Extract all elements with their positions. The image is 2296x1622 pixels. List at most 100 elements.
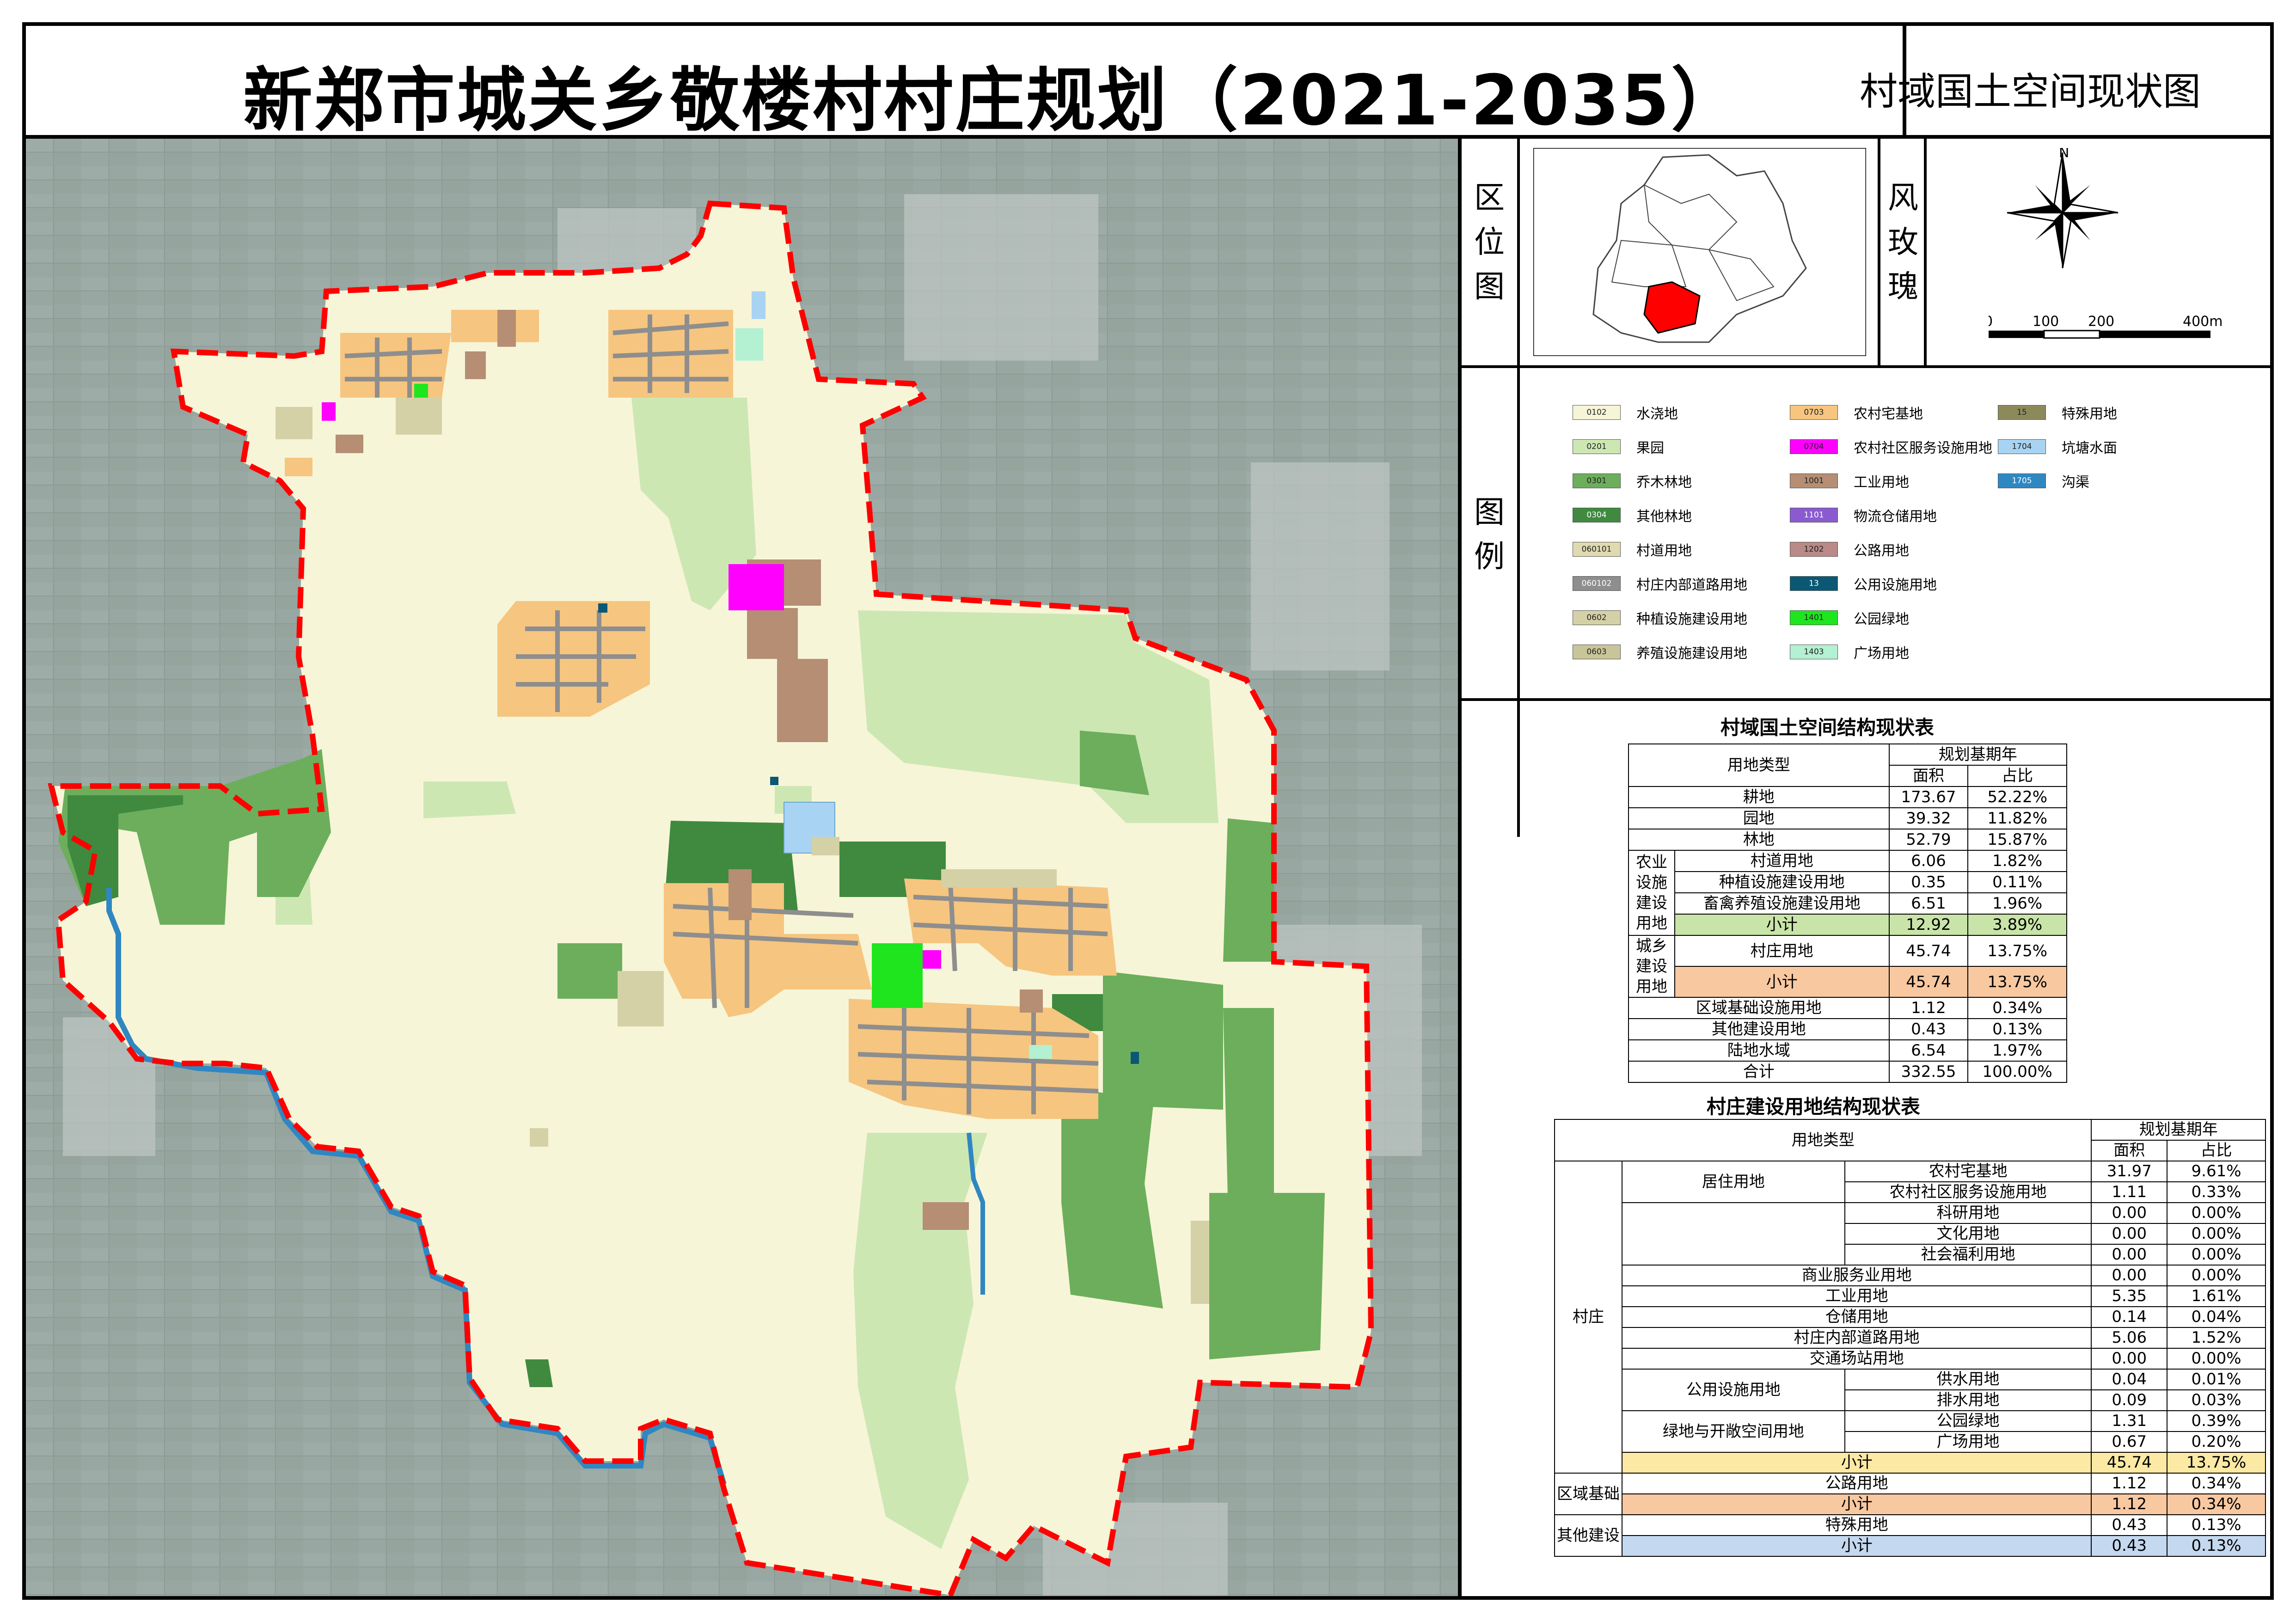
table2-header-type: 用地类型 bbox=[1554, 1119, 2092, 1161]
table-row: 绿地与开敞空间用地 公园绿地 1.31 0.39% bbox=[1555, 1410, 2266, 1453]
legend-swatch: 0703 bbox=[1790, 405, 1838, 420]
legend-swatch: 15 bbox=[1998, 405, 2046, 420]
legend-swatch: 0603 bbox=[1573, 645, 1621, 659]
legend-swatch: 060102 bbox=[1573, 576, 1621, 591]
svg-text:200: 200 bbox=[2088, 313, 2114, 330]
table2-header-area: 面积 bbox=[2091, 1140, 2168, 1161]
table-row: 小计 45.74 13.75% bbox=[1629, 966, 2067, 998]
legend-item: 060101 村道用地 bbox=[1573, 541, 1692, 559]
locator-map bbox=[1533, 148, 1866, 356]
table1-header-area: 面积 bbox=[1888, 765, 1969, 787]
legend-item: 0102 水浇地 bbox=[1573, 405, 1678, 422]
table-row: 林地 52.79 15.87% bbox=[1628, 829, 2067, 851]
table-row: 交通场站用地 0.00 0.00% bbox=[1555, 1348, 2266, 1370]
legend-label: 沟渠 bbox=[2062, 474, 2089, 491]
group-urban: 城乡建设用地 bbox=[1628, 935, 1675, 998]
legend-item: 060102 村庄内部道路用地 bbox=[1573, 576, 1747, 593]
legend-label: 养殖设施建设用地 bbox=[1636, 645, 1747, 662]
table-row: 小计 45.74 13.75% bbox=[1555, 1452, 2266, 1474]
map-canvas bbox=[26, 139, 1458, 1596]
legend-label: 工业用地 bbox=[1854, 474, 1909, 491]
legend-item: 0703 农村宅基地 bbox=[1790, 405, 1923, 422]
legend-swatch: 1704 bbox=[1998, 439, 2046, 454]
table-row: 小计 12.92 3.89% bbox=[1629, 914, 2067, 936]
legend-item: 1401 公园绿地 bbox=[1790, 610, 1909, 627]
table-row: 村庄内部道路用地 5.06 1.52% bbox=[1555, 1327, 2266, 1349]
table-row: 种植设施建设用地 0.35 0.11% bbox=[1629, 871, 2067, 893]
legend-label: 水浇地 bbox=[1636, 406, 1678, 422]
legend-label: 村道用地 bbox=[1636, 543, 1692, 559]
legend-label: 图例 bbox=[1474, 494, 1505, 574]
legend-item: 0201 果园 bbox=[1573, 439, 1664, 456]
table-row: 小计 1.12 0.34% bbox=[1555, 1493, 2266, 1515]
legend-swatch: 1401 bbox=[1790, 610, 1838, 625]
map-title: 新郑市城关乡敬楼村村庄规划（2021-2035） bbox=[243, 61, 1743, 141]
legend-label: 物流仓储用地 bbox=[1854, 509, 1937, 525]
table1-header-ratio: 占比 bbox=[1967, 765, 2067, 787]
legend-label: 坑塘水面 bbox=[2062, 440, 2117, 456]
table-row: 村庄 居住用地 农村宅基地 31.97 9.61% bbox=[1554, 1161, 2266, 1474]
legend-swatch: 0201 bbox=[1573, 439, 1621, 454]
legend-item: 1001 工业用地 bbox=[1790, 473, 1909, 491]
table-row: 仓储用地 0.14 0.04% bbox=[1555, 1306, 2266, 1328]
legend-item: 1704 坑塘水面 bbox=[1998, 439, 2117, 456]
legend-item: 15 特殊用地 bbox=[1998, 405, 2117, 422]
info-panel: 区位图 风玫瑰 N 0 100 bbox=[1458, 139, 2274, 1596]
table-row: 畜禽养殖设施建设用地 6.51 1.96% bbox=[1629, 892, 2067, 915]
legend-swatch: 0102 bbox=[1573, 405, 1621, 420]
table-row: 公用设施用地 供水用地 0.04 0.01% bbox=[1555, 1369, 2266, 1411]
legend-swatch: 1101 bbox=[1790, 508, 1838, 522]
table2-title: 村庄建设用地结构现状表 bbox=[1707, 1095, 1921, 1118]
legend-swatch: 1403 bbox=[1790, 645, 1838, 659]
legend-item: 13 公用设施用地 bbox=[1790, 576, 1937, 593]
legend-item: 1101 物流仓储用地 bbox=[1790, 507, 1937, 525]
legend-label: 其他林地 bbox=[1636, 509, 1692, 525]
legend-label: 农村宅基地 bbox=[1854, 406, 1923, 422]
legend-item: 0704 农村社区服务设施用地 bbox=[1790, 439, 1992, 456]
table-row: 其他建设用地 0.43 0.13% bbox=[1628, 1018, 2067, 1040]
group-agri: 农业设施建设用地 bbox=[1628, 850, 1675, 936]
table-row: 城乡建设用地 村庄用地 45.74 13.75% bbox=[1628, 935, 2067, 998]
svg-text:100: 100 bbox=[2033, 313, 2059, 330]
table-row: 合计 332.55 100.00% bbox=[1628, 1061, 2067, 1083]
table2: 用地类型 规划基期年 面积 占比 村庄 居住用地 农村宅基地 31.97 9.61%… bbox=[1554, 1119, 2266, 1557]
legend-label: 公路用地 bbox=[1854, 543, 1909, 559]
table-row: 耕地 173.67 52.22% bbox=[1628, 786, 2067, 808]
legend-label: 特殊用地 bbox=[2062, 406, 2117, 422]
legend-item: 1403 广场用地 bbox=[1790, 644, 1909, 662]
legend-item: 0301 乔木林地 bbox=[1573, 473, 1692, 491]
compass-label: 风玫瑰 bbox=[1888, 180, 1918, 304]
legend-swatch: 0602 bbox=[1573, 610, 1621, 625]
table-row: 园地 39.32 11.82% bbox=[1628, 807, 2067, 829]
title-bar: 新郑市城关乡敬楼村村庄规划（2021-2035） 村域国土空间现状图 bbox=[26, 26, 2270, 141]
table2-header-period: 规划基期年 bbox=[2091, 1119, 2266, 1141]
legend-item: 0602 种植设施建设用地 bbox=[1573, 610, 1747, 627]
legend-label: 农村社区服务设施用地 bbox=[1854, 440, 1992, 456]
main-map[interactable] bbox=[26, 139, 1458, 1596]
svg-text:0: 0 bbox=[1989, 313, 1993, 330]
table1: 用地类型 规划基期年 面积 占比 耕地 173.67 52.22% 园地 39.32 1… bbox=[1628, 743, 2068, 1083]
legend-label: 村庄内部道路用地 bbox=[1636, 577, 1747, 593]
table2-header-ratio: 占比 bbox=[2167, 1140, 2266, 1161]
legend-swatch: 13 bbox=[1790, 576, 1838, 591]
legend-item: 1705 沟渠 bbox=[1998, 473, 2089, 491]
legend-label: 种植设施建设用地 bbox=[1636, 611, 1747, 627]
legend-label: 乔木林地 bbox=[1636, 474, 1692, 491]
legend-swatch: 1202 bbox=[1790, 542, 1838, 557]
legend-swatch: 060101 bbox=[1573, 542, 1621, 557]
legend-label: 公用设施用地 bbox=[1854, 577, 1937, 593]
table1-header-type: 用地类型 bbox=[1628, 743, 1890, 787]
table-row: 其他建设 特殊用地 0.43 0.13% bbox=[1554, 1514, 2266, 1557]
scale-bar: 0 100 200 400m bbox=[1989, 313, 2223, 339]
legend-label: 公园绿地 bbox=[1854, 611, 1909, 627]
legend-swatch: 0301 bbox=[1573, 473, 1621, 488]
table-row: 小计 0.43 0.13% bbox=[1555, 1535, 2266, 1557]
table-row: 商业服务业用地 0.00 0.00% bbox=[1555, 1265, 2266, 1286]
legend-item: 0603 养殖设施建设用地 bbox=[1573, 644, 1747, 662]
table-row: 区域基础设施用地 1.12 0.34% bbox=[1628, 997, 2067, 1019]
legend-swatch: 0704 bbox=[1790, 439, 1838, 454]
legend-label: 果园 bbox=[1636, 440, 1664, 456]
table-row: 陆地水域 6.54 1.97% bbox=[1628, 1039, 2067, 1062]
village-group: 村庄 bbox=[1554, 1161, 1623, 1474]
legend-label: 广场用地 bbox=[1854, 645, 1909, 662]
